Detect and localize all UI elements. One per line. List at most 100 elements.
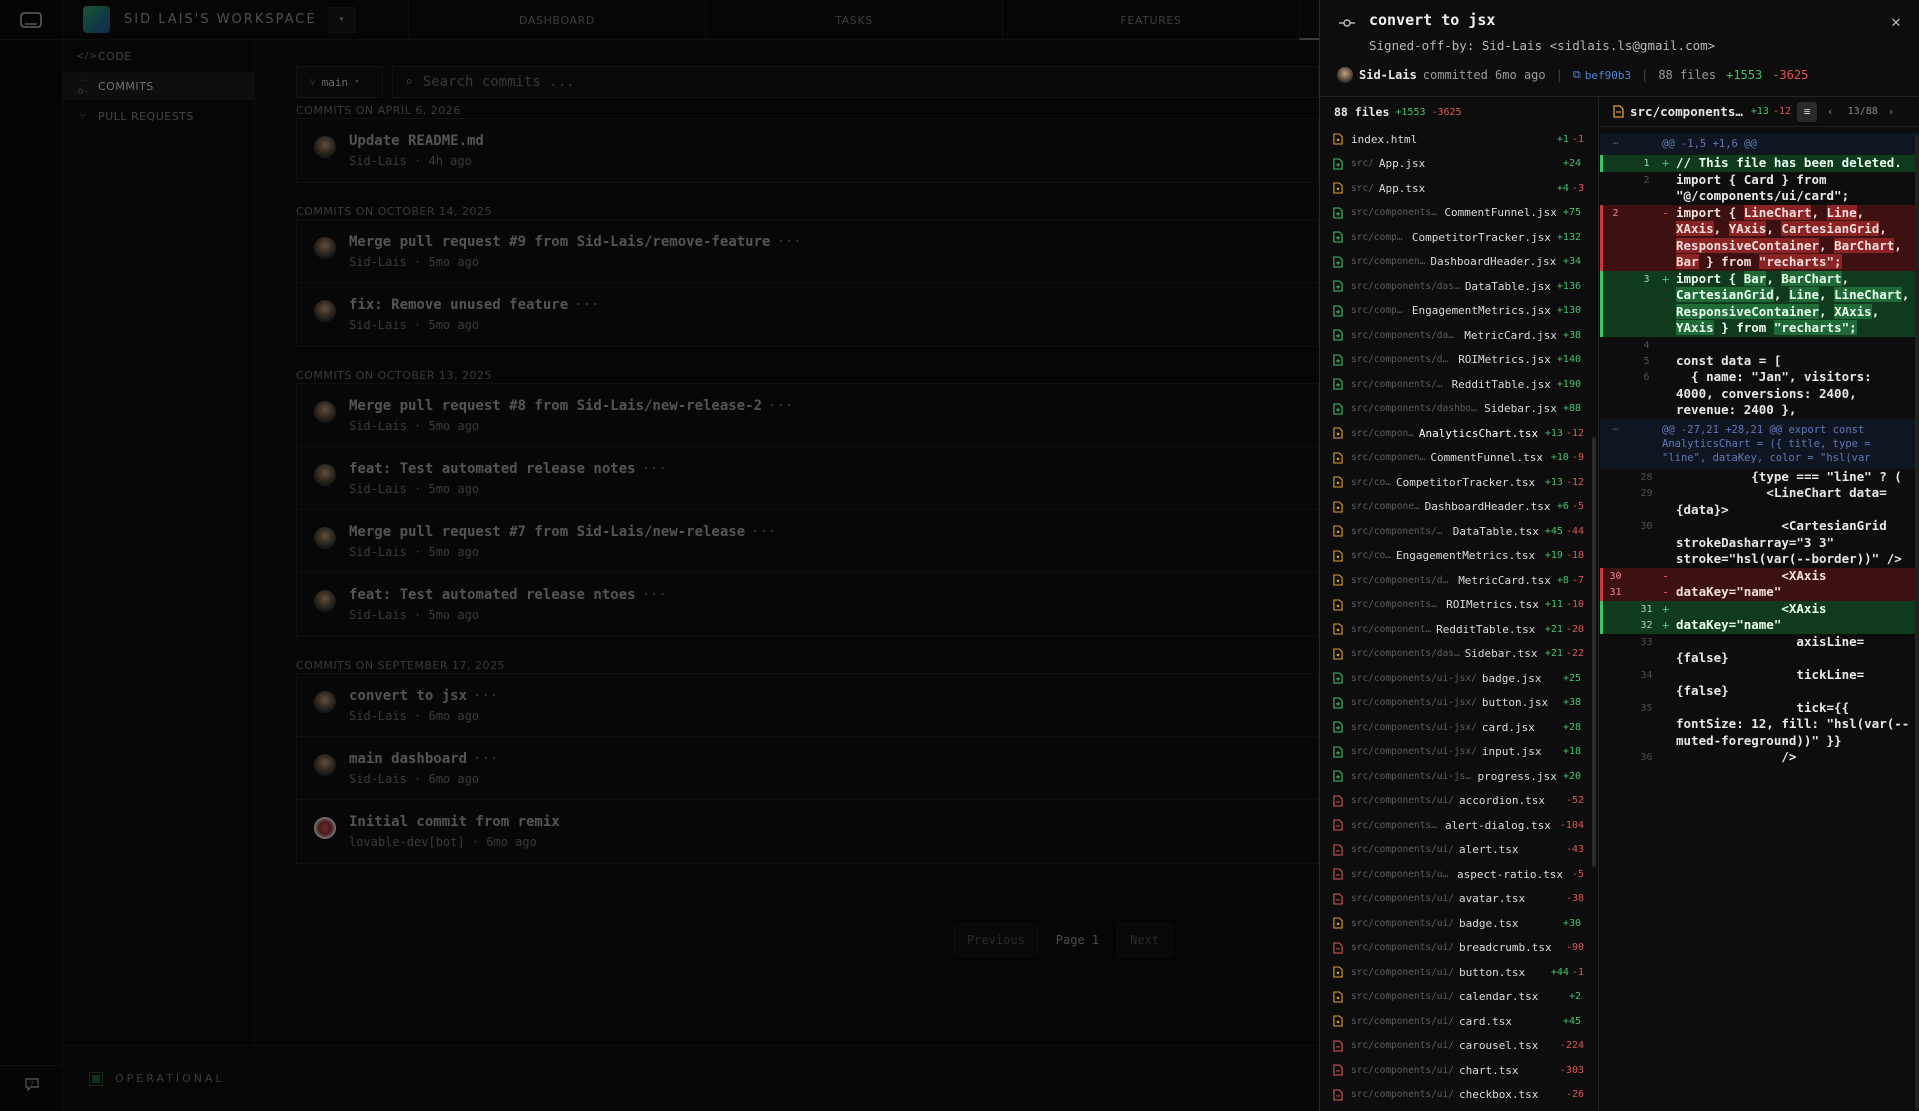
copy-icon[interactable]: ⧉ xyxy=(1573,68,1581,82)
subnav-item-pull-requests[interactable]: ⑂ PULL REQUESTS xyxy=(63,102,254,130)
commit-title[interactable]: feat: Test automated release notes ··· xyxy=(349,461,667,477)
line-number-new: 36 xyxy=(1640,752,1653,763)
diff-hunk-header[interactable]: … @@ -27,21 +28,21 @@ export const Analyt… xyxy=(1600,418,1919,469)
commit-title[interactable]: Merge pull request #9 from Sid-Lais/remo… xyxy=(349,234,802,250)
commit-row[interactable]: Merge pull request #9 from Sid-Lais/remo… xyxy=(297,220,1318,283)
more-icon[interactable]: ··· xyxy=(574,297,599,313)
wrap-lines-toggle[interactable]: ≡ xyxy=(1797,101,1818,122)
commit-row[interactable]: convert to jsx ··· Sid-Lais · 6mo ago xyxy=(297,674,1318,737)
file-row[interactable]: src/components/… ROIMetrics.tsx +11 -10 xyxy=(1320,593,1598,618)
file-row[interactable]: src/components/ui-jsx/card.jsx +28 xyxy=(1320,715,1598,740)
file-row[interactable]: src/components/dash… DataTable.jsx +136 xyxy=(1320,274,1598,299)
diff-hunk-header[interactable]: … @@ -1,5 +1,6 @@ xyxy=(1600,133,1919,155)
tab-dashboard[interactable]: DASHBOARD xyxy=(408,0,705,40)
commit-row[interactable]: fix: Remove unused feature ··· Sid-Lais · … xyxy=(297,283,1318,346)
previous-page-button[interactable]: Previous xyxy=(954,924,1038,956)
commit-author[interactable]: Sid-Lais xyxy=(1359,68,1417,82)
diff-scrollbar[interactable] xyxy=(1915,135,1919,1110)
more-icon[interactable]: ··· xyxy=(768,398,793,414)
diff-sign xyxy=(1662,634,1676,667)
file-row[interactable]: src/componen… DashboardHeader.jsx +34 xyxy=(1320,250,1598,275)
file-row[interactable]: src/components/ui-jsx/input.jsx +18 xyxy=(1320,740,1598,765)
file-row[interactable]: src/components/ui/chart.tsx -303 xyxy=(1320,1058,1598,1083)
commit-title[interactable]: feat: Test automated release ntoes ··· xyxy=(349,587,667,603)
commit-title[interactable]: Update README.md xyxy=(349,133,484,149)
file-row[interactable]: src/components/ui/aspect-ratio.tsx -5 xyxy=(1320,862,1598,887)
commit-detail-drawer: convert to jsx Signed-off-by: Sid-Lais <… xyxy=(1319,0,1919,1111)
file-row[interactable]: src/components/d… DataTable.tsx +45 -44 xyxy=(1320,519,1598,544)
file-row[interactable]: src/components/ui/button.tsx +44 -1 xyxy=(1320,960,1598,985)
file-row[interactable]: src/components/ui/carousel.tsx -224 xyxy=(1320,1034,1598,1059)
file-row[interactable]: src/components/ui/card.tsx +45 xyxy=(1320,1009,1598,1034)
next-file-button[interactable]: › xyxy=(1888,105,1895,118)
file-row[interactable]: src/components/das… Sidebar.tsx +21 -22 xyxy=(1320,642,1598,667)
commit-row[interactable]: Initial commit from remix lovable-dev[bot… xyxy=(297,800,1318,863)
commit-row[interactable]: Merge pull request #7 from Sid-Lais/new-… xyxy=(297,510,1318,573)
file-row[interactable]: src/compo… CompetitorTracker.jsx +132 xyxy=(1320,225,1598,250)
file-row[interactable]: src/components/ui/calendar.tsx +2 xyxy=(1320,985,1598,1010)
branch-selector[interactable]: ⑂ main ▾ xyxy=(296,66,383,98)
file-row[interactable]: src/components/dashboa… Sidebar.jsx +88 xyxy=(1320,397,1598,422)
more-icon[interactable]: ··· xyxy=(473,688,498,704)
diff-line-context: 36 /> xyxy=(1600,749,1919,766)
more-icon[interactable]: ··· xyxy=(642,587,667,603)
hunk-expand-icon[interactable]: … xyxy=(1600,133,1631,155)
file-row[interactable]: src/components/ui-jsx/progress.jsx +20 xyxy=(1320,764,1598,789)
file-row[interactable]: src/components/ui-jsx/badge.jsx +25 xyxy=(1320,666,1598,691)
tab-active[interactable] xyxy=(1299,0,1319,40)
file-row[interactable]: src/compo… EngagementMetrics.jsx +130 xyxy=(1320,299,1598,324)
commit-title[interactable]: Merge pull request #8 from Sid-Lais/new-… xyxy=(349,398,793,414)
file-row[interactable]: src/componen… CommentFunnel.tsx +10 -9 xyxy=(1320,446,1598,471)
commit-row[interactable]: Merge pull request #8 from Sid-Lais/new-… xyxy=(297,384,1318,447)
file-row[interactable]: src/components/ui/alert.tsx -43 xyxy=(1320,838,1598,863)
commit-title[interactable]: convert to jsx ··· xyxy=(349,688,498,704)
commit-title[interactable]: Merge pull request #7 from Sid-Lais/new-… xyxy=(349,524,776,540)
file-row[interactable]: src/co… CompetitorTracker.tsx +13 -12 xyxy=(1320,470,1598,495)
commit-title[interactable]: fix: Remove unused feature ··· xyxy=(349,297,599,313)
commit-title[interactable]: Initial commit from remix xyxy=(349,814,560,830)
file-row[interactable]: src/components/ui/checkbox.tsx -26 xyxy=(1320,1083,1598,1108)
file-row[interactable]: src/components/ui/avatar.tsx -38 xyxy=(1320,887,1598,912)
file-row[interactable]: src/components/… CommentFunnel.jsx +75 xyxy=(1320,201,1598,226)
file-row[interactable]: index.html +1 -1 xyxy=(1320,127,1598,152)
file-row[interactable]: src/compone… DashboardHeader.tsx +6 -5 xyxy=(1320,495,1598,520)
hunk-expand-icon[interactable]: … xyxy=(1600,419,1631,469)
file-row[interactable]: src/components/ui/accordion.tsx -52 xyxy=(1320,789,1598,814)
file-row[interactable]: src/App.tsx +4 -3 xyxy=(1320,176,1598,201)
commit-row[interactable]: feat: Test automated release notes ··· Sid… xyxy=(297,447,1318,510)
file-row[interactable]: src/compon… AnalyticsChart.tsx +13 -12 xyxy=(1320,421,1598,446)
file-row[interactable]: src/components/da… ROIMetrics.jsx +140 xyxy=(1320,348,1598,373)
file-deletions: -1 xyxy=(1571,133,1584,145)
prev-file-button[interactable]: ‹ xyxy=(1827,105,1834,118)
subnav-item-code[interactable]: </> CODE xyxy=(63,42,254,70)
more-icon[interactable]: ··· xyxy=(776,234,801,250)
more-icon[interactable]: ··· xyxy=(751,524,776,540)
tab-tasks[interactable]: TASKS xyxy=(705,0,1002,40)
file-row[interactable]: src/components/d… RedditTable.jsx +190 xyxy=(1320,372,1598,397)
file-row[interactable]: src/App.jsx +24 xyxy=(1320,152,1598,177)
subnav-item-commits[interactable]: -o- COMMITS xyxy=(63,72,254,100)
tab-features[interactable]: FEATURES xyxy=(1002,0,1299,40)
file-row[interactable]: src/components/dash… MetricCard.jsx +38 xyxy=(1320,323,1598,348)
more-icon[interactable]: ··· xyxy=(473,751,498,767)
help-chat-button[interactable]: ? xyxy=(0,1065,63,1101)
commit-row[interactable]: Update README.md Sid-Lais · 4h ago xyxy=(297,119,1318,182)
file-row[interactable]: src/components/… alert-dialog.tsx -104 xyxy=(1320,813,1598,838)
commit-sha[interactable]: bef90b3 xyxy=(1585,69,1631,82)
search-commits-input[interactable]: ⌕ Search commits ... xyxy=(392,66,1319,98)
file-list-scrollbar[interactable] xyxy=(1592,437,1596,867)
app-logo[interactable] xyxy=(0,0,62,40)
close-icon[interactable]: ✕ xyxy=(1886,12,1906,32)
commit-title[interactable]: main dashboard ··· xyxy=(349,751,498,767)
file-row[interactable]: src/co… EngagementMetrics.tsx +19 -18 xyxy=(1320,544,1598,569)
commit-row[interactable]: feat: Test automated release ntoes ··· Sid… xyxy=(297,573,1318,636)
more-icon[interactable]: ··· xyxy=(642,461,667,477)
file-row[interactable]: src/components/ui-jsx/button.jsx +38 xyxy=(1320,691,1598,716)
file-row[interactable]: src/component… RedditTable.tsx +21 -20 xyxy=(1320,617,1598,642)
file-row[interactable]: src/components/ui/badge.tsx +30 xyxy=(1320,911,1598,936)
file-row[interactable]: src/components/ui/breadcrumb.tsx -90 xyxy=(1320,936,1598,961)
next-page-button[interactable]: Next xyxy=(1117,924,1173,956)
workspace-switcher-button[interactable]: ▾ xyxy=(328,6,355,33)
file-row[interactable]: src/components/da… MetricCard.tsx +8 -7 xyxy=(1320,568,1598,593)
commit-row[interactable]: main dashboard ··· Sid-Lais · 6mo ago xyxy=(297,737,1318,800)
